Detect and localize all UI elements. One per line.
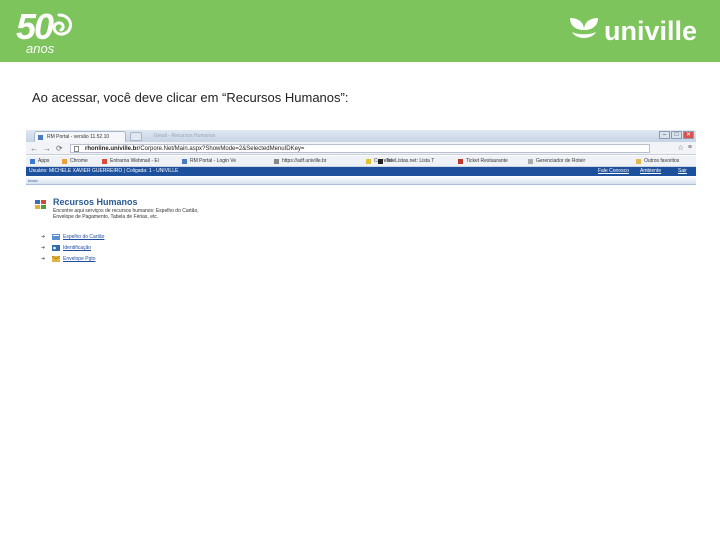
link-espelho-cartao[interactable]: ➜ Espelho do Cartão xyxy=(41,234,104,240)
header-banner: 50 anos univille xyxy=(0,0,720,62)
minimize-button[interactable]: – xyxy=(659,131,670,139)
exit-link[interactable]: Sair xyxy=(678,168,687,175)
instruction-text: Ao acessar, você deve clicar em “Recurso… xyxy=(32,90,349,105)
browser-tools: ☆ ≡ xyxy=(678,144,692,152)
maximize-button[interactable]: □ xyxy=(671,131,682,139)
anniversary-word: anos xyxy=(26,41,55,56)
browser-screenshot: RM Portal - versão 11.52.10 Gmail - Recu… xyxy=(26,130,696,270)
contact-link[interactable]: Fale Conosco xyxy=(598,168,629,175)
url-host: rhonline.univille.br xyxy=(85,146,139,152)
bookmark-gerenciador[interactable]: Gerenciador de Roteir xyxy=(528,158,585,165)
menu-icon[interactable]: ≡ xyxy=(688,144,692,152)
browser-tab-active[interactable]: RM Portal - versão 11.52.10 xyxy=(34,131,126,142)
window-controls: – □ ✕ xyxy=(659,131,694,140)
bookmark-telelistas[interactable]: TeleListas.net: Lista T xyxy=(378,158,434,165)
univille-logo: univille xyxy=(568,12,708,52)
bookmark-rm-portal[interactable]: RM Portal - Login Ve xyxy=(182,158,236,165)
univille-leaf-icon xyxy=(570,18,598,38)
page-icon xyxy=(182,159,187,164)
mail-icon xyxy=(102,159,107,164)
link-envelope-pgto[interactable]: ➜ Envelope Pgto xyxy=(41,256,96,262)
folder-icon xyxy=(636,159,641,164)
arrow-right-icon: ➜ xyxy=(41,245,46,251)
browser-navbar: ← → ⟳ rhonline.univille.br/Corpore.Net/M… xyxy=(26,142,696,155)
brand-name: univille xyxy=(604,16,698,46)
bookmark-outros[interactable]: Outros favoritos xyxy=(636,158,679,165)
page-icon xyxy=(528,159,533,164)
tab-title: RM Portal - versão 11.52.10 xyxy=(47,134,110,140)
apps-grid-icon xyxy=(30,159,35,164)
recursos-humanos-link[interactable]: Recursos Humanos xyxy=(53,197,138,207)
user-line: Usuário: MICHELE XAVIER GUERREIRO | Coli… xyxy=(29,168,179,174)
breadcrumb[interactable]: Início xyxy=(28,177,38,184)
page-icon xyxy=(74,146,79,152)
url-path: /Corpore.Net/Main.aspx?ShowMode=2&Select… xyxy=(138,146,305,152)
browser-tab-ghost: Gmail - Recursos Humanos xyxy=(154,133,216,139)
recursos-humanos-description: Encontre aqui serviços de recursos human… xyxy=(53,208,199,220)
page-icon xyxy=(274,159,279,164)
anniversary-logo: 50 anos xyxy=(14,6,78,56)
reload-icon[interactable]: ⟳ xyxy=(56,144,63,153)
spiral-icon xyxy=(52,13,72,36)
id-card-icon xyxy=(52,245,60,251)
close-window-button[interactable]: ✕ xyxy=(683,131,694,139)
browser-titlebar: RM Portal - versão 11.52.10 Gmail - Recu… xyxy=(26,130,696,142)
bookmark-star-icon[interactable]: ☆ xyxy=(678,144,684,152)
bookmark-webmail[interactable]: Entrarna Webmail - Ei xyxy=(102,158,159,165)
page-icon xyxy=(62,159,67,164)
mail-icon xyxy=(366,159,371,164)
bookmark-apps[interactable]: Apps xyxy=(30,158,49,165)
app-top-bar: Usuário: MICHELE XAVIER GUERREIRO | Coli… xyxy=(26,167,696,176)
users-icon xyxy=(35,200,46,209)
new-tab-button[interactable] xyxy=(130,132,142,141)
page-icon xyxy=(378,159,383,164)
arrow-right-icon: ➜ xyxy=(41,234,46,240)
bookmark-ticket[interactable]: Ticket Restaurante xyxy=(458,158,508,165)
tab-favicon-icon xyxy=(38,135,43,140)
environment-link[interactable]: Ambiente xyxy=(640,168,661,175)
address-bar[interactable]: rhonline.univille.br/Corpore.Net/Main.as… xyxy=(70,144,650,153)
page-icon xyxy=(458,159,463,164)
bookmarks-bar: Apps Chrome Entrarna Webmail - Ei RM Por… xyxy=(26,156,696,167)
link-identificacao[interactable]: ➜ Identificação xyxy=(41,245,91,251)
bookmark-chrome[interactable]: Chrome xyxy=(62,158,88,165)
arrow-right-icon: ➜ xyxy=(41,256,46,262)
app-breadcrumb-bar: Início xyxy=(26,176,696,185)
card-icon xyxy=(52,234,60,240)
envelope-icon xyxy=(52,256,60,262)
forward-arrow-icon[interactable]: → xyxy=(43,144,51,153)
bookmark-adf[interactable]: https://adf.univille.br xyxy=(274,158,326,165)
back-arrow-icon[interactable]: ← xyxy=(30,144,38,153)
